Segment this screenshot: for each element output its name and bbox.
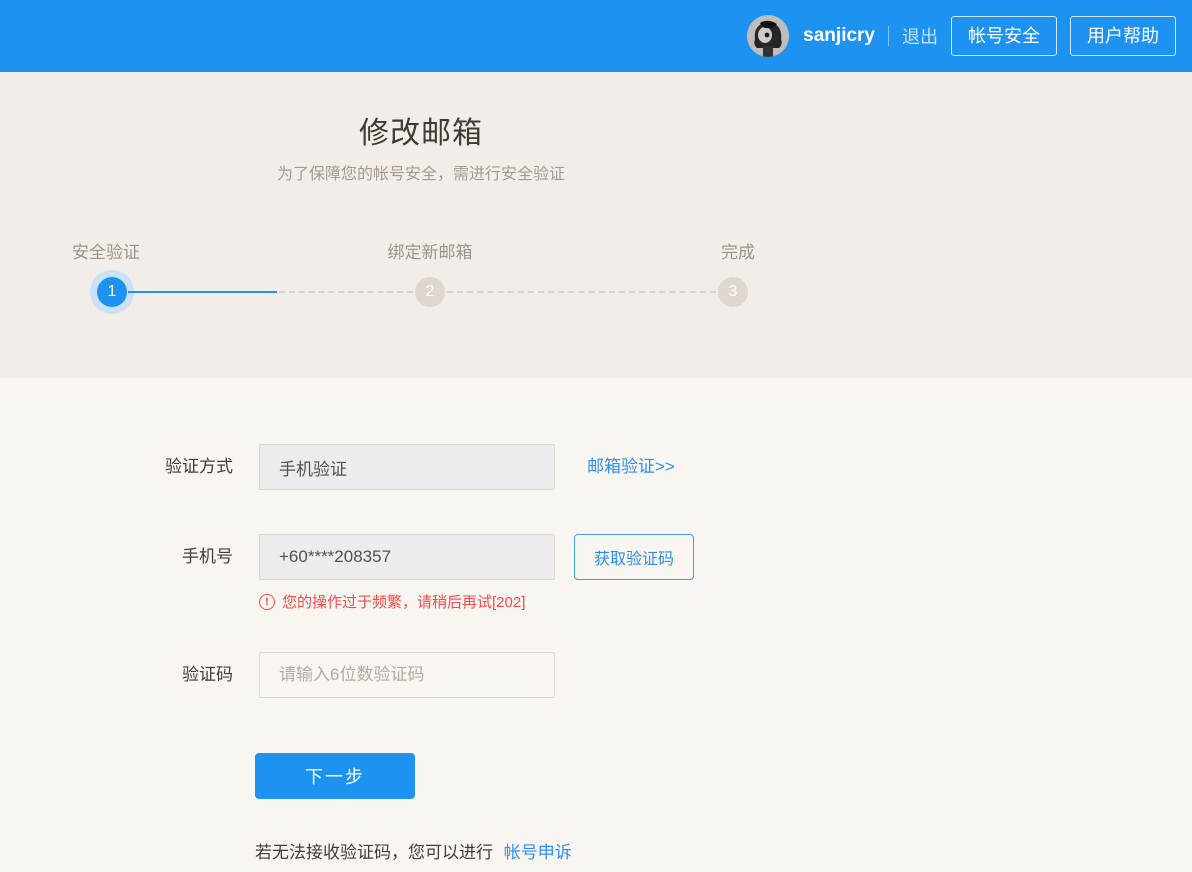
step-circle-2: 2 bbox=[415, 277, 445, 307]
email-verification-link[interactable]: 邮箱验证>> bbox=[587, 444, 675, 490]
progress-line-dashed-1 bbox=[279, 291, 413, 293]
user-help-button[interactable]: 用户帮助 bbox=[1070, 16, 1176, 56]
get-verification-code-button[interactable]: 获取验证码 bbox=[574, 534, 694, 580]
step-label-security-verification: 安全验证 bbox=[72, 238, 140, 263]
account-security-button[interactable]: 帐号安全 bbox=[951, 16, 1057, 56]
verification-method-field bbox=[259, 444, 555, 490]
appeal-note: 若无法接收验证码，您可以进行 帐号申诉 bbox=[255, 838, 572, 863]
phone-number-field bbox=[259, 534, 555, 580]
username: sanjicry bbox=[803, 25, 875, 47]
step-circle-3: 3 bbox=[718, 277, 748, 307]
page-subtitle: 为了保障您的帐号安全，需进行安全验证 bbox=[0, 160, 842, 184]
verification-code-label: 验证码 bbox=[0, 652, 233, 698]
verification-code-input[interactable] bbox=[259, 652, 555, 698]
progress-line-dashed-2 bbox=[447, 291, 716, 293]
page-title: 修改邮箱 bbox=[0, 108, 842, 152]
header-divider bbox=[888, 26, 889, 46]
step-label-complete: 完成 bbox=[718, 238, 758, 263]
appeal-note-text: 若无法接收验证码，您可以进行 bbox=[255, 843, 493, 862]
account-email-change-page: sanjicry 退出 帐号安全 用户帮助 修改邮箱 为了保障您的帐号安全，需进… bbox=[0, 0, 1192, 872]
verification-method-label: 验证方式 bbox=[0, 444, 233, 490]
avatar-image bbox=[747, 15, 789, 57]
user-avatar[interactable] bbox=[747, 15, 789, 57]
account-appeal-link[interactable]: 帐号申诉 bbox=[504, 843, 572, 862]
phone-number-label: 手机号 bbox=[0, 534, 233, 580]
step-circle-1: 1 bbox=[97, 277, 127, 307]
warning-icon bbox=[259, 594, 275, 610]
step-wizard-section: 修改邮箱 为了保障您的帐号安全，需进行安全验证 安全验证 绑定新邮箱 完成 1 … bbox=[0, 72, 1192, 378]
error-message-row: 您的操作过于频繁，请稍后再试[202] bbox=[259, 591, 525, 612]
logout-link[interactable]: 退出 bbox=[902, 23, 938, 49]
header: sanjicry 退出 帐号安全 用户帮助 bbox=[0, 0, 1192, 72]
progress-line-solid bbox=[128, 291, 277, 293]
step-label-bind-new-email: 绑定新邮箱 bbox=[382, 238, 478, 263]
error-message-text: 您的操作过于频繁，请稍后再试[202] bbox=[282, 591, 525, 612]
verification-form: 验证方式 邮箱验证>> 手机号 获取验证码 您的操作过于频繁，请稍后再试[202… bbox=[0, 378, 1192, 872]
next-step-button[interactable]: 下一步 bbox=[255, 753, 415, 799]
